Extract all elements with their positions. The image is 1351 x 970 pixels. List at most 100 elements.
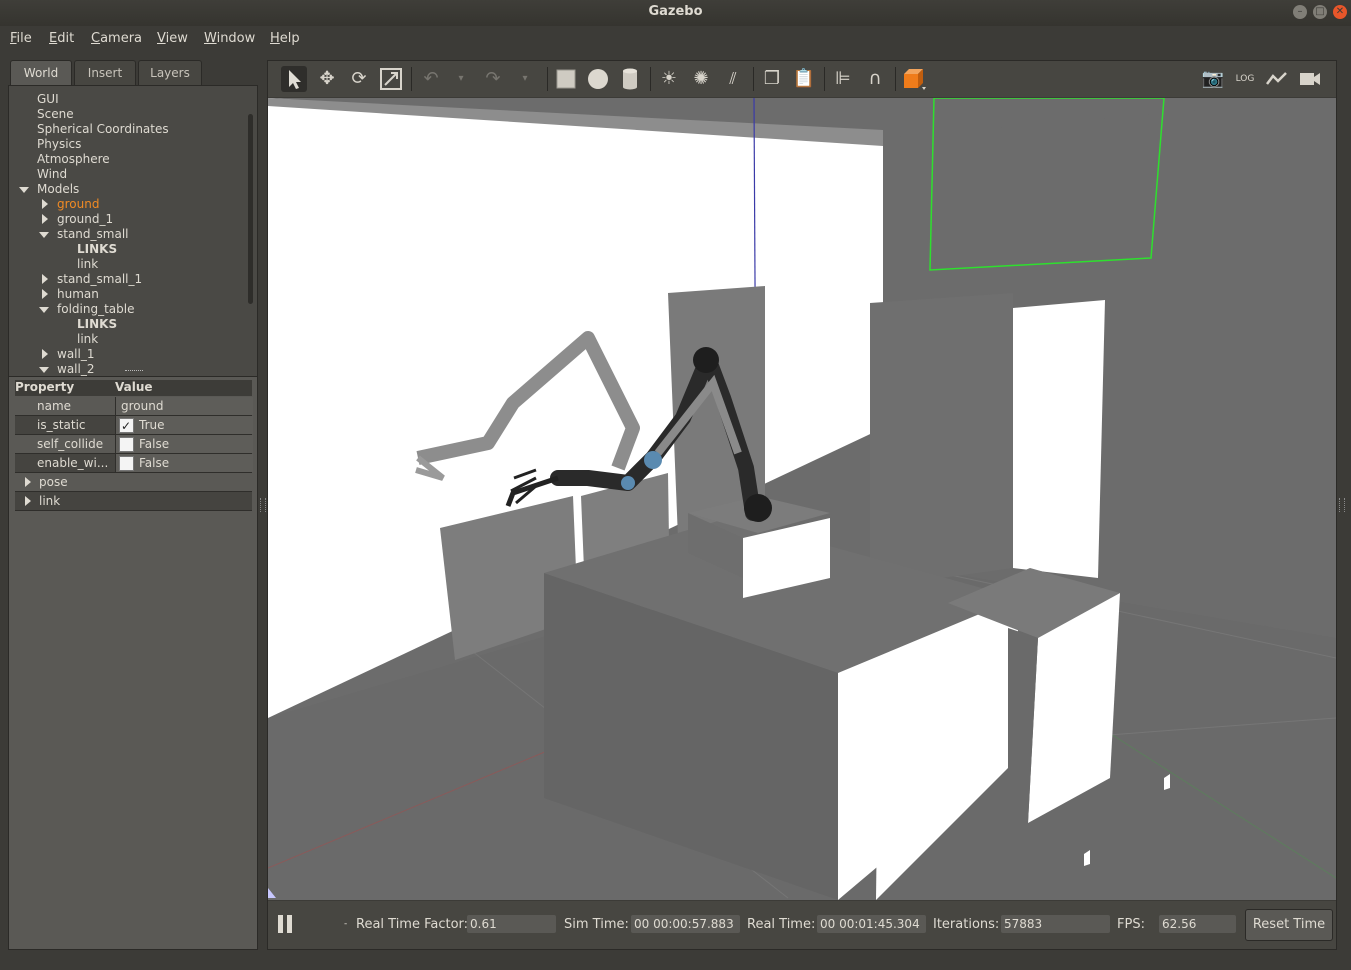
left-splitter-handle[interactable] bbox=[260, 498, 266, 512]
left-panel: World Insert Layers GUI Scene Spherical Co… bbox=[8, 60, 258, 950]
tree-item[interactable]: stand_small bbox=[57, 227, 129, 242]
menu-help[interactable]: Help bbox=[270, 31, 300, 46]
tab-insert[interactable]: Insert bbox=[74, 60, 136, 85]
property-value: False bbox=[139, 456, 170, 470]
property-value[interactable]: ground bbox=[121, 397, 163, 415]
view-angle-icon[interactable] bbox=[901, 66, 927, 92]
tree-item[interactable]: LINKS bbox=[77, 317, 117, 332]
menu-bar: File Edit Camera View Window Help bbox=[0, 26, 1351, 52]
property-key: enable_wi... bbox=[37, 456, 109, 470]
right-splitter-handle[interactable] bbox=[1339, 498, 1345, 512]
expand-right-icon[interactable] bbox=[42, 214, 48, 224]
minimize-icon: – bbox=[1297, 6, 1303, 17]
pause-button[interactable] bbox=[278, 915, 294, 933]
box-icon[interactable] bbox=[553, 66, 579, 92]
sphere-icon[interactable] bbox=[585, 66, 611, 92]
close-button[interactable]: ✕ bbox=[1333, 5, 1347, 19]
select-icon[interactable] bbox=[281, 66, 307, 92]
tree-item[interactable]: stand_small_1 bbox=[57, 272, 142, 287]
copy-icon[interactable]: ❐ bbox=[759, 66, 785, 92]
tree-item[interactable]: Wind bbox=[37, 167, 67, 182]
tree-item[interactable]: GUI bbox=[37, 92, 59, 107]
expand-right-icon[interactable] bbox=[25, 477, 31, 487]
tree-item[interactable]: link bbox=[77, 332, 98, 347]
toolbar: ✥ ⟳ ↶ ▾ ↷ ▾ ☀ ✺ ⫽ ❐ 📋 ⊫ ∩ 📷 LOG bbox=[268, 61, 1336, 97]
rotate-icon[interactable]: ⟳ bbox=[346, 66, 372, 92]
property-key: pose bbox=[39, 475, 68, 489]
tree-item[interactable]: LINKS bbox=[77, 242, 117, 257]
translate-icon[interactable]: ✥ bbox=[314, 66, 340, 92]
menu-camera[interactable]: Camera bbox=[91, 31, 142, 46]
expand-right-icon[interactable] bbox=[42, 349, 48, 359]
property-row: is_static ✓ True bbox=[15, 416, 253, 435]
tree-item[interactable]: Atmosphere bbox=[37, 152, 110, 167]
3d-scene-viewport[interactable] bbox=[268, 98, 1336, 900]
scale-icon[interactable] bbox=[378, 66, 404, 92]
property-row[interactable]: pose bbox=[15, 473, 252, 492]
menu-view[interactable]: View bbox=[157, 31, 188, 46]
tree-item[interactable]: Scene bbox=[37, 107, 74, 122]
tree-item[interactable]: wall_2 bbox=[57, 362, 94, 376]
tree-item[interactable]: ground_1 bbox=[57, 212, 113, 227]
property-checkbox[interactable]: ✓ bbox=[119, 418, 134, 433]
tree-item[interactable]: Spherical Coordinates bbox=[37, 122, 169, 137]
point-light-icon[interactable]: ☀ bbox=[656, 66, 682, 92]
scene-render bbox=[268, 98, 1336, 900]
fps-value: 62.56 bbox=[1159, 915, 1236, 933]
expand-right-icon[interactable] bbox=[42, 274, 48, 284]
log-icon[interactable]: LOG bbox=[1232, 66, 1258, 92]
cylinder-icon[interactable] bbox=[617, 66, 643, 92]
maximize-button[interactable]: □ bbox=[1313, 5, 1327, 19]
property-key: self_collide bbox=[37, 437, 104, 451]
expand-down-icon[interactable] bbox=[39, 367, 49, 373]
expand-down-icon[interactable] bbox=[39, 232, 49, 238]
undo-icon[interactable]: ↶ bbox=[418, 66, 444, 92]
tree-item[interactable]: Physics bbox=[37, 137, 81, 152]
plot-icon[interactable] bbox=[1264, 66, 1290, 92]
menu-edit[interactable]: Edit bbox=[49, 31, 74, 46]
tree-item[interactable]: Models bbox=[37, 182, 79, 197]
value-column-header: Value bbox=[115, 380, 153, 394]
menu-window[interactable]: Window bbox=[204, 31, 255, 46]
tree-item[interactable]: folding_table bbox=[57, 302, 134, 317]
reset-time-button[interactable]: Reset Time bbox=[1245, 909, 1333, 941]
tree-item[interactable]: wall_1 bbox=[57, 347, 94, 362]
screenshot-icon[interactable]: 📷 bbox=[1200, 66, 1226, 92]
panel-splitter[interactable] bbox=[125, 370, 143, 373]
expand-right-icon[interactable] bbox=[25, 496, 31, 506]
paste-icon[interactable]: 📋 bbox=[791, 66, 817, 92]
align-icon[interactable]: ⊫ bbox=[830, 66, 856, 92]
menu-file[interactable]: File bbox=[10, 31, 32, 46]
property-key: is_static bbox=[37, 418, 86, 432]
property-header: Property Value bbox=[15, 380, 252, 396]
spot-light-icon[interactable]: ✺ bbox=[688, 66, 714, 92]
redo-icon[interactable]: ↷ bbox=[480, 66, 506, 92]
record-icon[interactable] bbox=[1297, 66, 1323, 92]
property-row[interactable]: link bbox=[15, 492, 252, 511]
tree-item[interactable]: human bbox=[57, 287, 99, 302]
tree-item[interactable]: link bbox=[77, 257, 98, 272]
property-checkbox[interactable] bbox=[119, 437, 134, 452]
tree-item[interactable]: ground bbox=[57, 197, 99, 212]
minimize-button[interactable]: – bbox=[1293, 5, 1307, 19]
iterations-label: Iterations: bbox=[933, 917, 1000, 932]
expand-right-icon[interactable] bbox=[42, 199, 48, 209]
iterations-value: 57883 bbox=[1001, 915, 1110, 933]
directional-light-icon[interactable]: ⫽ bbox=[720, 66, 746, 92]
property-row: self_collide False bbox=[15, 435, 253, 454]
expand-right-icon[interactable] bbox=[42, 289, 48, 299]
tree-scrollbar[interactable] bbox=[248, 114, 253, 304]
property-row: enable_wi... False bbox=[15, 454, 253, 473]
property-value: False bbox=[139, 437, 170, 451]
real-time-label: Real Time: bbox=[747, 917, 816, 932]
redo-dropdown-icon[interactable]: ▾ bbox=[512, 66, 538, 92]
expand-down-icon[interactable] bbox=[39, 307, 49, 313]
tab-world[interactable]: World bbox=[10, 60, 72, 85]
snap-icon[interactable]: ∩ bbox=[862, 66, 888, 92]
expand-down-icon[interactable] bbox=[19, 187, 29, 193]
tab-layers[interactable]: Layers bbox=[138, 60, 202, 85]
property-checkbox[interactable] bbox=[119, 456, 134, 471]
pause-icon bbox=[278, 915, 283, 933]
undo-dropdown-icon[interactable]: ▾ bbox=[448, 66, 474, 92]
property-column-header: Property bbox=[15, 380, 75, 394]
